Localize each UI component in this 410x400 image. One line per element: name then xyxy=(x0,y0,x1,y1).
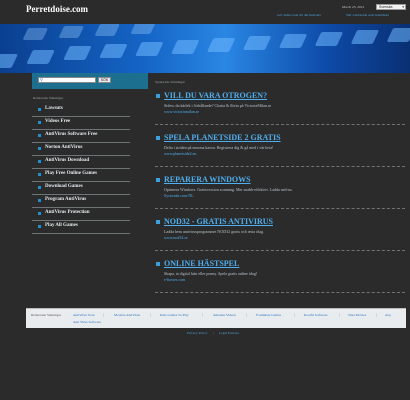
sidebar-item-lawsuts[interactable]: Lawsuts xyxy=(32,105,130,117)
site-title[interactable]: Perretdoise.com xyxy=(26,4,88,14)
sidebar-item-play-all-games[interactable]: Play All Games xyxy=(32,222,130,234)
ad-url-link[interactable]: Systweak.com/NL xyxy=(164,193,194,198)
ad-url-link[interactable]: e-horses.com xyxy=(164,277,185,282)
sidebar-item-antivirus-software-free[interactable]: AntiVirus Software Free xyxy=(32,131,130,143)
ad-url-link[interactable]: www.victoriamilan.se xyxy=(164,109,199,114)
sidebar-item-download-games[interactable]: Download Games xyxy=(32,183,130,195)
bullet-icon xyxy=(38,186,41,189)
bullet-icon xyxy=(156,94,160,98)
separator: | xyxy=(202,312,203,317)
sidebar-item-label: AntiVirus Download xyxy=(45,158,90,163)
sidebar-item-label: AntiVirus Software Free xyxy=(45,132,98,137)
ad-description: Delta i striden på enorma kartor. Regist… xyxy=(164,145,274,150)
date-text: March 23, 2012 xyxy=(342,5,365,9)
sidebar-item-antivirus-protection[interactable]: AntiVirus Protection xyxy=(32,209,130,221)
bullet-icon xyxy=(38,225,41,228)
separator: | xyxy=(150,312,151,317)
bullet-icon xyxy=(156,136,160,140)
sidebar-item-play-free-online-games[interactable]: Play Free Online Games xyxy=(32,170,130,182)
divider xyxy=(155,292,405,293)
privacy-policy-link[interactable]: Privacy Policy xyxy=(187,331,208,335)
ad-title-link[interactable]: ONLINE HÄSTSPEL xyxy=(164,259,239,268)
bullet-icon xyxy=(156,178,160,182)
bookmark-link[interactable]: Sätt webbsidan som bokmärke xyxy=(346,13,389,17)
separator: | xyxy=(103,312,104,317)
footer-heading: Relaterade Sökningar xyxy=(31,313,62,317)
bullet-icon xyxy=(38,173,41,176)
footer-link[interactable]: Kids Games To Play xyxy=(160,313,189,317)
divider xyxy=(155,250,405,251)
sidebar-heading: Relaterade Sökningar xyxy=(33,96,64,100)
bullet-icon xyxy=(38,160,41,163)
sidebar-item-label: Play Free Online Games xyxy=(45,171,97,176)
set-homepage-link[interactable]: Gör denna sida till din hemsida xyxy=(277,13,321,17)
footer-link[interactable]: Sites Movies xyxy=(348,313,366,317)
footer-link[interactable]: Anti Virus Software xyxy=(73,320,101,324)
ad-title-link[interactable]: VILL DU VARA OTROGEN? xyxy=(164,91,267,100)
ad-description: Optimera Windows. Gratisversion scanning… xyxy=(164,187,293,192)
ad-url-link[interactable]: www.nod32.se xyxy=(164,235,188,240)
ad-title-link[interactable]: SPELA PLANETSIDE 2 GRATIS xyxy=(164,133,281,142)
ad-title-link[interactable]: NOD32 - GRATIS ANTIVIRUS xyxy=(164,217,273,226)
bullet-icon xyxy=(38,199,41,202)
bullet-icon xyxy=(38,108,41,111)
header-banner xyxy=(0,24,410,73)
separator: | xyxy=(376,312,377,317)
legal-policies-link[interactable]: Legal Policies xyxy=(219,331,239,335)
footer-link[interactable]: AntiVirus Scan xyxy=(73,313,94,317)
sidebar-item-label: Lawsuts xyxy=(45,106,63,111)
bullet-icon xyxy=(38,147,41,150)
ad-url-link[interactable]: www.planetside2.eu xyxy=(164,151,196,156)
search-icon: ⚲ xyxy=(40,77,43,82)
search-button[interactable]: SÖK xyxy=(98,77,111,83)
sidebar-item-label: Videos Free xyxy=(45,119,71,124)
footer-link[interactable]: Amateur Videos xyxy=(213,313,236,317)
sidebar-item-label: Program AntiVirus xyxy=(45,197,87,202)
separator: | xyxy=(246,312,247,317)
sidebar-item-label: Download Games xyxy=(45,184,83,189)
top-bar: Perretdoise.com March 23, 2012 Svenska ▾… xyxy=(0,0,410,24)
ad-description: Skapa, ta digital häst eller ponny. Spel… xyxy=(164,271,258,276)
divider xyxy=(155,166,405,167)
footer-link[interactable]: Formulate Games xyxy=(256,313,281,317)
chevron-down-icon: ▾ xyxy=(402,5,404,9)
bullet-icon xyxy=(38,212,41,215)
divider xyxy=(155,124,405,125)
footer-link[interactable]: Avg xyxy=(385,313,391,317)
language-select-value: Svenska xyxy=(379,5,393,9)
bullet-icon xyxy=(156,220,160,224)
sidebar-item-norton-antivirus[interactable]: Norton AntiVirus xyxy=(32,144,130,156)
sidebar-item-label: AntiVirus Protection xyxy=(45,210,90,215)
keyboard-banner-image xyxy=(0,24,410,68)
footer-links-bar: Relaterade Sökningar AntiVirus Scan | Mc… xyxy=(26,308,406,328)
search-input[interactable]: ⚲ xyxy=(38,77,96,83)
separator: | xyxy=(339,312,340,317)
divider xyxy=(155,208,405,209)
sponsored-heading: Sponsrade Sökningar xyxy=(155,80,185,84)
separator: | xyxy=(294,312,295,317)
bullet-icon xyxy=(156,262,160,266)
sidebar-item-antivirus-download[interactable]: AntiVirus Download xyxy=(32,157,130,169)
bullet-icon xyxy=(38,121,41,124)
ad-description: Sidesc du kärlek i förhållande? Chatta &… xyxy=(164,103,272,108)
footer-link[interactable]: Kostfri Software xyxy=(304,313,327,317)
separator: | xyxy=(213,331,214,335)
sidebar-item-label: Play All Games xyxy=(45,223,78,228)
language-select[interactable]: Svenska ▾ xyxy=(376,4,406,10)
ad-title-link[interactable]: REPARERA WINDOWS xyxy=(164,175,251,184)
footer-link[interactable]: McAfee AntiVirus xyxy=(114,313,140,317)
sidebar-item-label: Norton AntiVirus xyxy=(45,145,83,150)
bullet-icon xyxy=(38,134,41,137)
ad-description: Ladda hem antivirusprogrammet NOD32 grat… xyxy=(164,229,264,234)
sidebar-item-program-antivirus[interactable]: Program AntiVirus xyxy=(32,196,130,208)
sidebar-item-videos-free[interactable]: Videos Free xyxy=(32,118,130,130)
